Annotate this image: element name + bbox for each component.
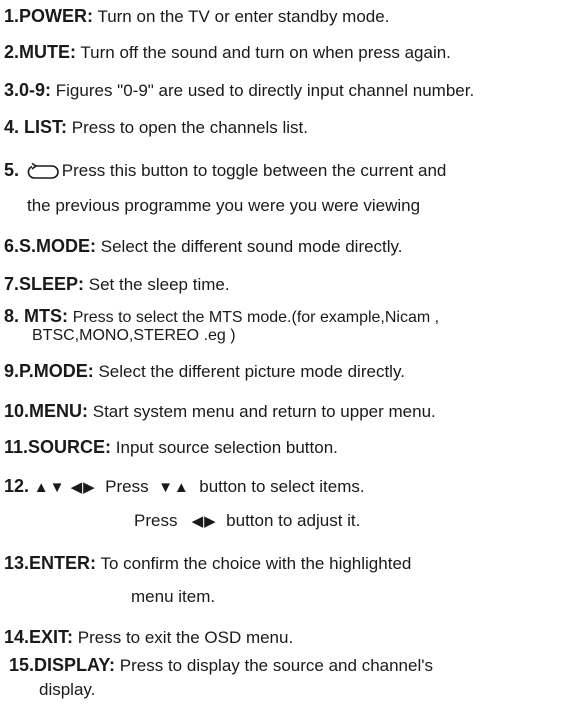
item-key: 8. MTS: — [4, 306, 69, 326]
item-mts-cont: BTSC,MONO,STEREO .eg ) — [32, 327, 236, 344]
item-desc: Press to open the channels list. — [71, 118, 308, 137]
item-recall-cont: the previous programme you were you were… — [27, 196, 421, 215]
item-key: 1.POWER: — [4, 6, 94, 26]
item-key: 6.S.MODE: — [4, 236, 97, 256]
item-desc: Figures "0-9" are used to directly input… — [55, 81, 475, 100]
item-key: 13.ENTER: — [4, 553, 97, 573]
arrow-keys-icon: ▲▼ ◀▶ — [33, 479, 96, 496]
recall-icon — [27, 162, 59, 179]
item-desc-tail: button to select items. — [199, 477, 365, 496]
item-key: 11.SOURCE: — [4, 437, 112, 457]
item-key: 9.P.MODE: — [4, 361, 94, 381]
item-menu: 10.MENU: Start system menu and return to… — [4, 401, 572, 422]
item-source: 11.SOURCE: Input source selection button… — [4, 437, 572, 458]
up-down-arrows-icon: ▼▲ — [158, 479, 190, 496]
item-power: 1.POWER: Turn on the TV or enter standby… — [4, 6, 572, 27]
item-key: 14.EXIT: — [4, 627, 74, 647]
line2-tail: button to adjust it. — [226, 511, 361, 530]
item-key: 10.MENU: — [4, 401, 89, 421]
item-desc: Set the sleep time. — [88, 275, 230, 294]
item-key: 5. — [4, 160, 20, 180]
item-key: 4. LIST: — [4, 117, 68, 137]
item-pmode: 9.P.MODE: Select the different picture m… — [4, 361, 572, 382]
item-key: 7.SLEEP: — [4, 274, 85, 294]
item-list: 4. LIST: Press to open the channels list… — [4, 117, 572, 138]
item-sleep: 7.SLEEP: Set the sleep time. — [4, 274, 572, 295]
line2-label: Press — [134, 511, 178, 530]
item-desc: To confirm the choice with the highlight… — [100, 554, 412, 573]
item-exit: 14.EXIT: Press to exit the OSD menu. — [4, 627, 572, 648]
item-desc: Press to display the source and channel'… — [119, 656, 433, 675]
item-desc: Turn off the sound and turn on when pres… — [80, 43, 451, 62]
item-arrows-line2: Press ◀▶ button to adjust it. — [134, 511, 360, 532]
item-desc: Turn on the TV or enter standby mode. — [97, 7, 390, 26]
item-desc: Select the different picture mode direct… — [98, 362, 405, 381]
item-recall: 5. Press this button to toggle between t… — [4, 160, 572, 181]
item-key: 3.0-9: — [4, 80, 52, 100]
item-digits: 3.0-9: Figures "0-9" are used to directl… — [4, 80, 572, 101]
item-enter: 13.ENTER: To confirm the choice with the… — [4, 553, 572, 574]
item-enter-cont: menu item. — [131, 587, 216, 606]
item-key: 15.DISPLAY: — [9, 655, 116, 675]
item-mts: 8. MTS: Press to select the MTS mode.(fo… — [4, 306, 572, 328]
item-arrows: 12. ▲▼ ◀▶ Press ▼▲ button to select item… — [4, 476, 572, 498]
item-key: 12. — [4, 476, 30, 496]
item-desc: Press to select the MTS mode.(for exampl… — [72, 309, 440, 326]
item-key: 2.MUTE: — [4, 42, 76, 62]
item-display-cont: display. — [39, 680, 96, 699]
item-desc: Press to exit the OSD menu. — [77, 628, 294, 647]
item-desc: Select the different sound mode directly… — [100, 237, 403, 256]
item-desc: Input source selection button. — [115, 438, 338, 457]
item-desc: Press this button to toggle between the … — [61, 161, 447, 180]
item-smode: 6.S.MODE: Select the different sound mod… — [4, 236, 572, 257]
item-desc: Start system menu and return to upper me… — [92, 402, 436, 421]
left-right-arrows-icon: ◀▶ — [191, 513, 217, 530]
item-display: 15.DISPLAY: Press to display the source … — [9, 655, 572, 676]
item-desc: Press — [105, 477, 149, 496]
item-mute: 2.MUTE: Turn off the sound and turn on w… — [4, 42, 572, 63]
